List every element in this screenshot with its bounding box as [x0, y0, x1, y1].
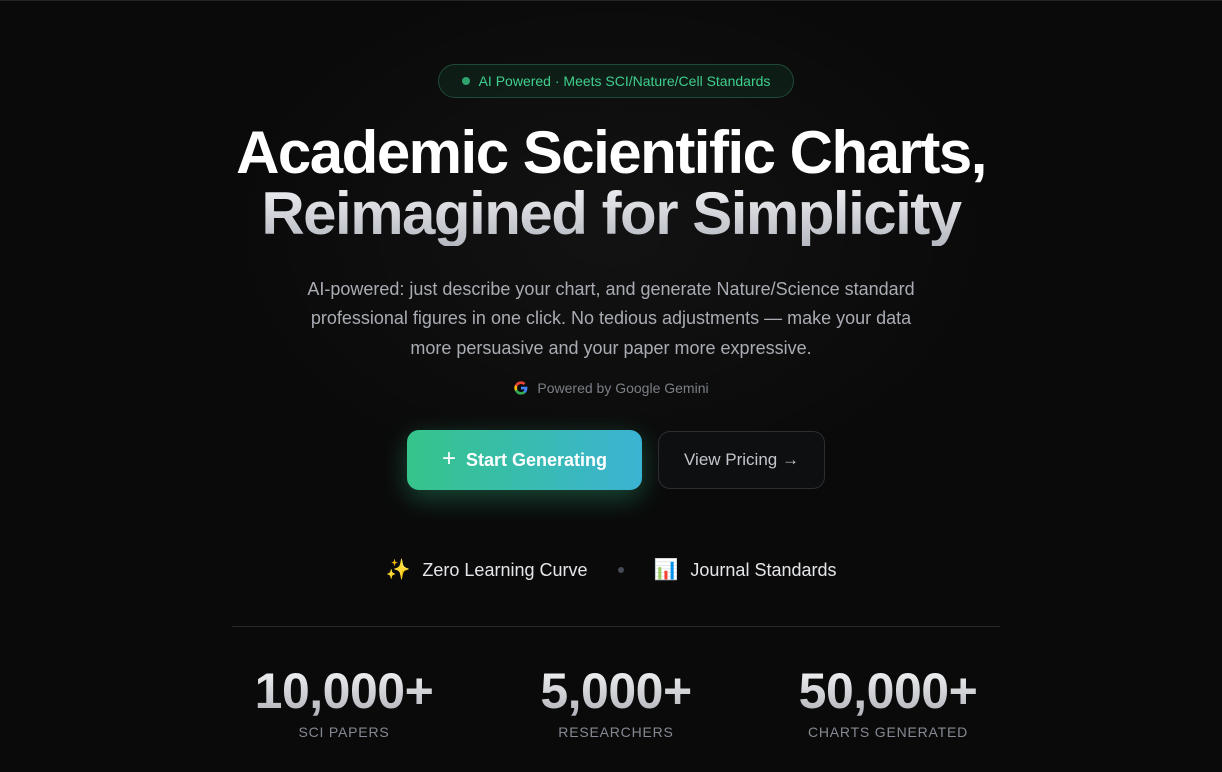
start-generating-label: Start Generating	[465, 449, 608, 470]
feature-label: Zero Learning Curve	[422, 559, 588, 580]
stat-label: CHARTS GENERATED	[807, 724, 969, 740]
google-icon	[514, 381, 528, 395]
badge-text: AI Powered · Meets SCI/Nature/Cell Stand…	[478, 73, 771, 89]
hero-title-line2: Reimagined for Simplicity	[0, 182, 1222, 246]
top-border	[0, 0, 1222, 1]
powered-by: Powered by Google Gemini	[0, 378, 1222, 398]
sparkles-icon: ✨	[385, 559, 411, 581]
start-generating-button[interactable]: + Start Generating	[407, 430, 642, 490]
ai-powered-badge: AI Powered · Meets SCI/Nature/Cell Stand…	[438, 64, 794, 98]
feature-list: ✨ Zero Learning Curve 📊 Journal Standard…	[0, 556, 1222, 584]
stat-item: 5,000+ RESEARCHERS	[466, 660, 766, 740]
view-pricing-label: View Pricing →	[684, 450, 799, 469]
hero-title-line1: Academic Scientific Charts,	[236, 119, 987, 186]
bar-chart-icon: 📊	[653, 559, 679, 581]
plus-icon: +	[441, 445, 456, 472]
hero-subtitle-line3: more persuasive and your paper more expr…	[410, 338, 812, 358]
stat-label: RESEARCHERS	[558, 724, 674, 740]
feature-item: 📊 Journal Standards	[654, 560, 837, 581]
divider	[232, 626, 1000, 627]
stat-label: SCI PAPERS	[298, 724, 390, 740]
hero-subtitle-line1: AI-powered: just describe your chart, an…	[307, 279, 915, 299]
status-dot-icon	[461, 77, 470, 85]
stat-item: 50,000+ CHARTS GENERATED	[738, 660, 1038, 740]
stat-value: 10,000+	[194, 660, 494, 722]
powered-by-text: Powered by Google Gemini	[537, 380, 709, 396]
hero-subtitle-line2: professional figures in one click. No te…	[310, 308, 912, 328]
stat-value: 5,000+	[466, 660, 766, 722]
stat-item: 10,000+ SCI PAPERS	[194, 660, 494, 740]
separator-dot	[617, 567, 624, 573]
stat-value: 50,000+	[738, 660, 1038, 722]
feature-item: ✨ Zero Learning Curve	[386, 560, 588, 581]
feature-label: Journal Standards	[690, 559, 837, 580]
view-pricing-button[interactable]: View Pricing →	[658, 431, 825, 489]
